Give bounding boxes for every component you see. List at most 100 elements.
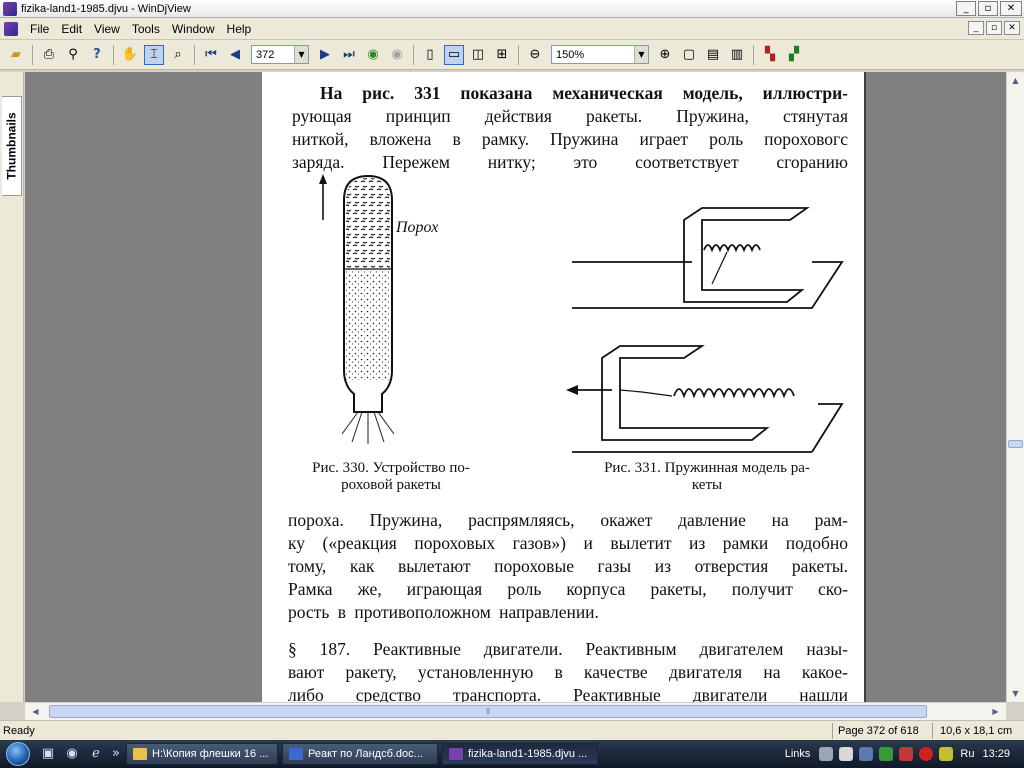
paragraph-line: Рамка же, играющая роль корпуса ракеты, … xyxy=(288,579,848,599)
continuous-page-icon[interactable]: ▭ xyxy=(444,44,464,65)
previous-page-icon[interactable]: ◀ xyxy=(225,45,245,65)
menu-bar: File Edit View Tools Window Help _ ▫ ✕ xyxy=(0,18,1024,40)
status-page-size: 10,6 x 18,1 cm xyxy=(940,725,1013,737)
menu-window[interactable]: Window xyxy=(166,18,221,40)
page-number-value: 372 xyxy=(256,48,275,61)
menu-view[interactable]: View xyxy=(88,18,126,40)
minimize-button[interactable]: _ xyxy=(956,1,976,16)
display-mode-icon[interactable]: ▚ xyxy=(760,45,780,65)
scroll-right-icon[interactable]: ▶ xyxy=(987,703,1004,720)
hand-tool-icon[interactable]: ✋ xyxy=(120,45,140,65)
status-separator xyxy=(832,723,833,739)
close-button[interactable]: ✕ xyxy=(1000,1,1022,16)
task-label: fizika-land1-1985.djvu ... xyxy=(468,748,588,760)
more-quicklaunch-icon[interactable]: » xyxy=(111,745,121,763)
zoom-value: 150% xyxy=(556,48,585,61)
paragraph-line: рость в противоположном направлении. xyxy=(288,602,599,622)
scroll-down-icon[interactable]: ▼ xyxy=(1007,685,1024,702)
task-explorer[interactable]: H:\Копия флешки 16 ... xyxy=(126,743,278,765)
help-tray-icon[interactable] xyxy=(839,747,854,761)
next-page-icon[interactable]: ▶ xyxy=(315,45,335,65)
windjview-task-icon xyxy=(449,748,463,760)
doc-close-button[interactable]: ✕ xyxy=(1004,21,1020,35)
taskbar: ▣ ◉ ℯ » H:\Копия флешки 16 ... Реакт по … xyxy=(0,740,1024,768)
horizontal-scroll-thumb[interactable]: ⦀ xyxy=(49,705,927,718)
save-icon[interactable]: ▣ xyxy=(39,745,57,763)
security-icon[interactable] xyxy=(939,747,954,761)
menu-tools[interactable]: Tools xyxy=(126,18,166,40)
task-label: Реакт по Ландсб.doc... xyxy=(308,748,423,760)
rotate-icon[interactable]: ▞ xyxy=(784,45,804,65)
print-icon[interactable]: ⎙ xyxy=(39,45,59,65)
last-page-icon[interactable]: ⏭ xyxy=(339,45,359,65)
status-bar: Ready Page 372 of 618 10,6 x 18,1 cm xyxy=(0,720,1024,740)
document-page: На рис. 331 показана механическая модель… xyxy=(262,72,866,702)
zoom-in-icon[interactable]: ⊕ xyxy=(655,45,675,65)
horizontal-scrollbar[interactable]: ◀ ⦀ ▶ xyxy=(25,702,1006,720)
toolbar-separator xyxy=(753,44,754,65)
actual-size-icon[interactable]: ▥ xyxy=(727,45,747,65)
media-player-icon[interactable]: ◉ xyxy=(63,745,81,763)
zoom-dropdown-icon[interactable]: ▼ xyxy=(634,46,648,63)
paragraph-line: На рис. 331 показана механическая модель… xyxy=(320,83,848,103)
menu-edit[interactable]: Edit xyxy=(55,18,88,40)
menu-help[interactable]: Help xyxy=(221,18,258,40)
find-icon[interactable]: ⚲ xyxy=(63,45,83,65)
back-icon[interactable]: ◉ xyxy=(363,45,383,65)
forward-icon[interactable]: ◉ xyxy=(387,45,407,65)
page-dropdown-icon[interactable]: ▼ xyxy=(294,46,308,63)
figure-331-caption-line: Рис. 331. Пружинная модель ра- xyxy=(604,460,810,476)
language-indicator[interactable]: Ru xyxy=(960,748,974,760)
task-windjview[interactable]: fizika-land1-1985.djvu ... xyxy=(442,743,598,765)
paragraph-line: пороха. Пружина, распрямляясь, окажет да… xyxy=(288,510,848,530)
scroll-left-icon[interactable]: ◀ xyxy=(27,703,44,720)
facing-pages-icon[interactable]: ◫ xyxy=(468,45,488,65)
toolbar-separator xyxy=(194,44,195,65)
windjview-app-icon xyxy=(3,1,17,16)
window-title: fizika-land1-1985.djvu - WinDjView xyxy=(21,2,191,15)
continuous-facing-icon[interactable]: ⊞ xyxy=(492,45,512,65)
select-tool-icon[interactable]: ⌶ xyxy=(144,44,164,65)
paragraph-line: тому, как вылетают пороховые газы из отв… xyxy=(288,556,848,576)
first-page-icon[interactable]: ⏮ xyxy=(201,45,221,65)
start-button[interactable] xyxy=(0,740,36,768)
paragraph-line: заряда. Пережем нитку; это соответствует… xyxy=(292,152,848,172)
keyboard-icon[interactable] xyxy=(819,747,834,761)
paragraph-line: рующая принцип действия ракеты. Пружина,… xyxy=(292,106,848,126)
document-icon[interactable] xyxy=(4,21,18,36)
paragraph-line: ниткой, вложена в рамку. Пружина играет … xyxy=(292,129,848,149)
maximize-button[interactable]: ▫ xyxy=(978,1,998,16)
vertical-scroll-thumb[interactable] xyxy=(1008,440,1023,448)
fit-width-icon[interactable]: ▤ xyxy=(703,45,723,65)
status-separator xyxy=(932,723,933,739)
folder-icon xyxy=(133,748,147,760)
network-icon[interactable] xyxy=(859,747,874,761)
task-word[interactable]: Реакт по Ландсб.doc... xyxy=(282,743,438,765)
internet-explorer-icon[interactable]: ℯ xyxy=(87,745,105,763)
zoom-tool-icon[interactable]: ⌕ xyxy=(168,45,188,65)
antivirus-icon[interactable] xyxy=(879,747,894,761)
links-toolbar[interactable]: Links xyxy=(785,748,811,760)
clock: 13:29 xyxy=(982,748,1010,760)
zoom-out-icon[interactable]: ⊖ xyxy=(525,45,545,65)
open-folder-icon[interactable]: ▰ xyxy=(6,45,26,65)
vertical-scrollbar[interactable]: ▲ ▼ xyxy=(1006,72,1024,702)
page-number-input[interactable]: 372 ▼ xyxy=(251,45,309,64)
shield-icon[interactable] xyxy=(899,747,914,761)
document-viewport[interactable]: На рис. 331 показана механическая модель… xyxy=(25,72,1006,702)
status-text: Ready xyxy=(3,725,35,737)
single-page-icon[interactable]: ▯ xyxy=(420,45,440,65)
windows-logo-icon xyxy=(6,742,30,766)
menu-file[interactable]: File xyxy=(24,18,55,40)
thumbnails-tab[interactable]: Thumbnails xyxy=(2,96,22,196)
doc-restore-button[interactable]: ▫ xyxy=(986,21,1002,35)
powder-label: Порох xyxy=(395,219,438,236)
scroll-up-icon[interactable]: ▲ xyxy=(1007,72,1024,89)
doc-minimize-button[interactable]: _ xyxy=(968,21,984,35)
zoom-select[interactable]: 150% ▼ xyxy=(551,45,649,64)
toolbar-separator xyxy=(518,44,519,65)
help-icon[interactable]: ? xyxy=(87,45,107,65)
thumbnails-tab-label: Thumbnails xyxy=(4,112,19,180)
fit-page-icon[interactable]: ▢ xyxy=(679,45,699,65)
opera-icon[interactable] xyxy=(919,747,934,761)
